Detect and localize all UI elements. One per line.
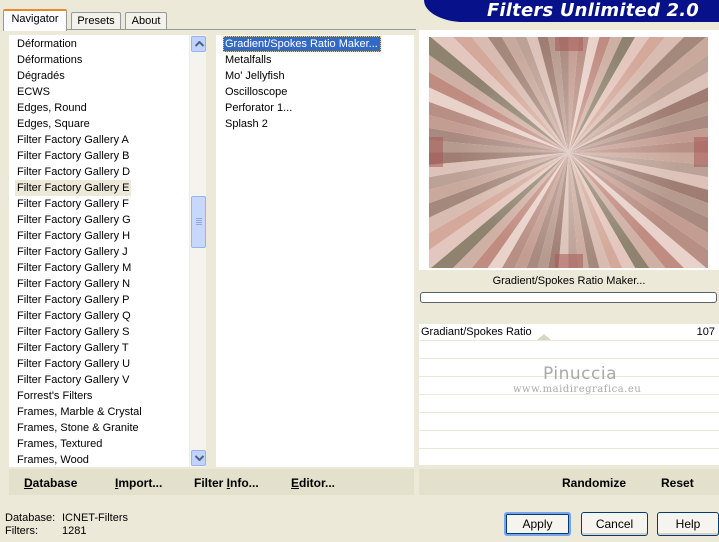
category-item[interactable]: Edges, Round bbox=[15, 100, 89, 116]
watermark-name: Pinuccia bbox=[543, 364, 617, 384]
chevron-up-icon bbox=[195, 41, 204, 47]
editor-button[interactable]: Editor... bbox=[291, 476, 335, 490]
filter-item[interactable]: Gradient/Spokes Ratio Maker... bbox=[223, 36, 381, 52]
reset-button[interactable]: Reset bbox=[661, 476, 694, 490]
slider-marker[interactable] bbox=[537, 334, 551, 340]
param-label: Gradiant/Spokes Ratio bbox=[421, 326, 532, 338]
category-item[interactable]: Filter Factory Gallery J bbox=[15, 244, 130, 260]
tab-presets[interactable]: Presets bbox=[71, 12, 121, 30]
param-row-empty bbox=[419, 450, 719, 467]
category-item[interactable]: Frames, Textured bbox=[15, 436, 104, 452]
database-value: ICNET-Filters bbox=[62, 512, 128, 524]
param-row-empty bbox=[419, 342, 719, 359]
category-item[interactable]: Filter Factory Gallery S bbox=[15, 324, 131, 340]
filters-count-label: Filters: bbox=[5, 525, 38, 537]
category-item[interactable]: Filter Factory Gallery U bbox=[15, 356, 132, 372]
filter-item[interactable]: Oscilloscope bbox=[223, 84, 290, 100]
right-toolbar: Randomize Reset bbox=[419, 469, 719, 495]
category-item[interactable]: Filter Factory Gallery D bbox=[15, 164, 132, 180]
database-button[interactable]: Database bbox=[24, 476, 77, 490]
filter-item[interactable]: Metalfalls bbox=[223, 52, 274, 68]
category-item[interactable]: Filter Factory Gallery Q bbox=[15, 308, 133, 324]
category-item[interactable]: Filter Factory Gallery V bbox=[15, 372, 131, 388]
category-item[interactable]: Filter Factory Gallery M bbox=[15, 260, 133, 276]
filter-item[interactable]: Mo' Jellyfish bbox=[223, 68, 288, 84]
scroll-down-button[interactable] bbox=[191, 450, 206, 466]
app-banner: Filters Unlimited 2.0 bbox=[424, 0, 719, 22]
category-list[interactable]: Déformation Déformations Dégradés ECWS Edges… bbox=[9, 35, 189, 467]
filters-count-value: 1281 bbox=[62, 525, 87, 537]
param-row-empty bbox=[419, 396, 719, 413]
category-item[interactable]: Frames, Stone & Granite bbox=[15, 420, 141, 436]
category-item[interactable]: Forrest's Filters bbox=[15, 388, 94, 404]
param-row-empty bbox=[419, 432, 719, 449]
category-item[interactable]: Filter Factory Gallery G bbox=[15, 212, 133, 228]
chevron-down-icon bbox=[195, 455, 204, 461]
param-row-empty bbox=[419, 414, 719, 431]
category-item[interactable]: Filter Factory Gallery B bbox=[15, 148, 131, 164]
filter-list[interactable]: Gradient/Spokes Ratio Maker... Metalfalls… bbox=[216, 35, 414, 467]
help-button[interactable]: Help bbox=[657, 512, 719, 536]
category-item[interactable]: Filter Factory Gallery T bbox=[15, 340, 131, 356]
cancel-button[interactable]: Cancel bbox=[581, 512, 648, 536]
param-value: 107 bbox=[696, 326, 715, 338]
category-item[interactable]: Edges, Square bbox=[15, 116, 92, 132]
database-label: Database: bbox=[5, 512, 56, 524]
category-item[interactable]: Déformation bbox=[15, 36, 79, 52]
category-item[interactable]: Filter Factory Gallery F bbox=[15, 196, 131, 212]
filter-info-button[interactable]: Filter Info... bbox=[194, 476, 259, 490]
import-button[interactable]: Import... bbox=[115, 476, 162, 490]
category-item[interactable]: Filter Factory Gallery P bbox=[15, 292, 131, 308]
category-item[interactable]: Frames, Marble & Crystal bbox=[15, 404, 144, 420]
left-toolbar: Database Import... Filter Info... Editor… bbox=[9, 469, 414, 495]
category-item[interactable]: Filter Factory Gallery A bbox=[15, 132, 131, 148]
watermark-site: www.maidiregrafica.eu bbox=[513, 384, 642, 395]
category-item[interactable]: Frames, Wood bbox=[15, 452, 91, 467]
apply-button[interactable]: Apply bbox=[504, 512, 571, 536]
category-item[interactable]: ECWS bbox=[15, 84, 52, 100]
category-item[interactable]: Filter Factory Gallery N bbox=[15, 276, 132, 292]
randomize-button[interactable]: Randomize bbox=[562, 476, 626, 490]
preview-image bbox=[429, 37, 708, 268]
filter-item[interactable]: Perforator 1... bbox=[223, 100, 295, 116]
tab-about[interactable]: About bbox=[125, 12, 167, 30]
app-title: Filters Unlimited 2.0 bbox=[486, 0, 699, 21]
category-scrollbar[interactable] bbox=[189, 35, 206, 467]
scroll-thumb[interactable] bbox=[191, 196, 206, 248]
category-item[interactable]: Filter Factory Gallery H bbox=[15, 228, 132, 244]
tab-navigator[interactable]: Navigator bbox=[3, 9, 67, 31]
scroll-up-button[interactable] bbox=[191, 36, 206, 52]
category-item[interactable]: Déformations bbox=[15, 52, 84, 68]
filter-item[interactable]: Splash 2 bbox=[223, 116, 271, 132]
preview-filter-name: Gradient/Spokes Ratio Maker... bbox=[419, 270, 719, 292]
category-item[interactable]: Dégradés bbox=[15, 68, 67, 84]
category-item[interactable]: Filter Factory Gallery E bbox=[15, 180, 132, 196]
progress-bar bbox=[420, 292, 717, 303]
param-row[interactable]: Gradiant/Spokes Ratio 107 bbox=[419, 324, 719, 341]
